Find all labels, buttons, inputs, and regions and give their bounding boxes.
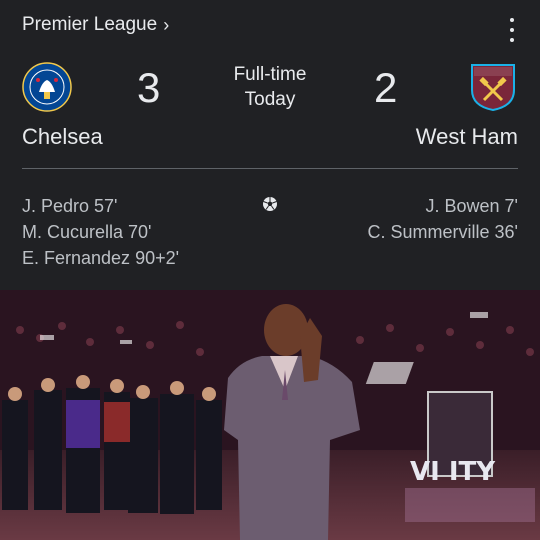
away-scorer: C. Summerville 36' — [367, 222, 518, 242]
match-card: Premier League › 3 Full-time Today 2 Che… — [0, 0, 540, 290]
league-name[interactable]: Premier League — [22, 14, 157, 36]
home-scorer: J. Pedro 57' — [22, 196, 118, 216]
west-ham-crest-icon[interactable] — [468, 62, 518, 112]
chevron-right-icon: › — [163, 14, 170, 35]
match-status: Full-time — [233, 64, 307, 85]
league-link[interactable]: Premier League › — [22, 14, 169, 36]
banner-text: VI ITY — [410, 457, 496, 487]
away-scorer: J. Bowen 7' — [425, 196, 519, 216]
home-scorer: E. Fernandez 90+2' — [22, 248, 180, 268]
away-score: 2 — [374, 64, 398, 111]
home-team-name[interactable]: Chelsea — [22, 124, 103, 150]
chelsea-crest-icon[interactable] — [22, 62, 72, 112]
away-team-name[interactable]: West Ham — [416, 124, 518, 150]
away-scorers: J. Bowen 7' C. Summerville 36' — [368, 193, 518, 245]
home-score: 3 — [137, 64, 161, 111]
divider — [22, 168, 518, 169]
arena-scene-image: VI ITY — [0, 290, 540, 540]
more-options-icon[interactable] — [504, 18, 520, 42]
home-scorers: J. Pedro 57' M. Cucurella 70' E. Fernand… — [22, 193, 179, 271]
soccer-ball-icon — [263, 197, 277, 211]
home-scorer: M. Cucurella 70' — [22, 222, 152, 242]
match-date: Today — [244, 89, 296, 110]
match-photo[interactable]: VI ITY — [0, 290, 540, 540]
